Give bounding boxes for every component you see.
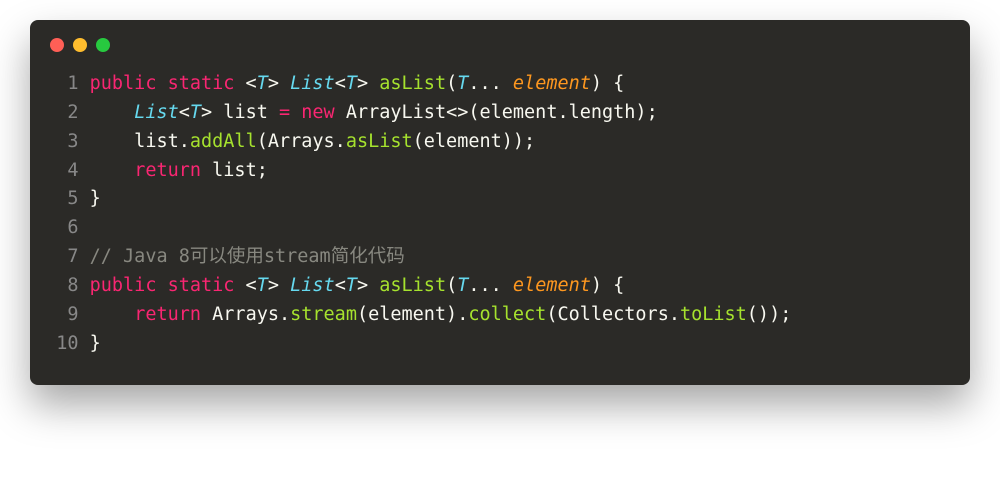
line-number: 9 (54, 301, 79, 330)
code-line: 9 return Arrays.stream(element).collect(… (54, 301, 946, 330)
code-line: 4 return list; (54, 157, 946, 186)
code-line: 8public static <T> List<T> asList(T... e… (54, 272, 946, 301)
code-token: > (357, 73, 379, 94)
line-content: } (90, 330, 101, 359)
code-token: static (168, 73, 235, 94)
code-block: 1public static <T> List<T> asList(T... e… (30, 70, 970, 359)
window-titlebar (30, 38, 970, 70)
code-line: 5} (54, 185, 946, 214)
code-token: asList (379, 73, 446, 94)
code-token: list. (90, 131, 190, 152)
code-token: asList (379, 275, 446, 296)
code-token: List (134, 102, 179, 123)
code-line: 7 // Java 8可以使用stream简化代码 (54, 243, 946, 272)
code-token: T (257, 275, 268, 296)
code-token: ( (446, 73, 457, 94)
code-token (290, 102, 301, 123)
code-token: asList (346, 131, 413, 152)
line-number: 2 (54, 99, 79, 128)
code-token (90, 102, 135, 123)
code-token: } (90, 188, 101, 209)
code-token: collect (468, 304, 546, 325)
code-token: = (279, 102, 290, 123)
line-number: 10 (54, 330, 79, 359)
code-line: 1public static <T> List<T> asList(T... e… (54, 70, 946, 99)
code-token: T (457, 73, 468, 94)
code-token: addAll (190, 131, 257, 152)
code-token: new (301, 102, 334, 123)
close-icon[interactable] (50, 38, 64, 52)
line-number: 8 (54, 272, 79, 301)
code-token: (element)); (413, 131, 536, 152)
code-token: return (134, 160, 201, 181)
code-token: public (90, 73, 157, 94)
code-token: ( (446, 275, 457, 296)
code-token: < (179, 102, 190, 123)
code-token: stream (290, 304, 357, 325)
code-token: T (257, 73, 268, 94)
code-token: T (457, 275, 468, 296)
code-token: > (268, 275, 290, 296)
code-token: > (357, 275, 379, 296)
code-token: element (513, 275, 591, 296)
code-token (156, 73, 167, 94)
code-token: toList (680, 304, 747, 325)
code-token: (Arrays. (257, 131, 346, 152)
code-token: List (290, 275, 335, 296)
line-content: list.addAll(Arrays.asList(element)); (90, 128, 536, 157)
code-token: T (190, 102, 201, 123)
code-token: ) { (591, 73, 624, 94)
code-token: ()); (747, 304, 792, 325)
line-number: 1 (54, 70, 79, 99)
code-token: (element). (357, 304, 468, 325)
minimize-icon[interactable] (73, 38, 87, 52)
code-token: ArrayList<>(element.length); (335, 102, 658, 123)
line-number: 6 (54, 214, 79, 243)
code-token: T (346, 275, 357, 296)
code-token: list; (201, 160, 268, 181)
code-token: Arrays. (201, 304, 290, 325)
code-token: public (90, 275, 157, 296)
code-token: ) { (591, 275, 624, 296)
code-token: return (134, 304, 201, 325)
code-window: 1public static <T> List<T> asList(T... e… (30, 20, 970, 385)
code-token (156, 275, 167, 296)
code-token: (Collectors. (546, 304, 680, 325)
code-token: } (90, 333, 101, 354)
code-token: ... (468, 73, 513, 94)
line-content: List<T> list = new ArrayList<>(element.l… (90, 99, 658, 128)
code-token: ... (468, 275, 513, 296)
code-token: < (335, 73, 346, 94)
code-line: 6 (54, 214, 946, 243)
line-content: return Arrays.stream(element).collect(Co… (90, 301, 792, 330)
code-line: 3 list.addAll(Arrays.asList(element)); (54, 128, 946, 157)
code-line: 10} (54, 330, 946, 359)
line-content: } (90, 185, 101, 214)
line-number: 5 (54, 185, 79, 214)
code-token: List (290, 73, 335, 94)
line-content: // Java 8可以使用stream简化代码 (90, 243, 405, 272)
code-token: element (513, 73, 591, 94)
code-line: 2 List<T> list = new ArrayList<>(element… (54, 99, 946, 128)
line-content: public static <T> List<T> asList(T... el… (90, 272, 625, 301)
line-content: public static <T> List<T> asList(T... el… (90, 70, 625, 99)
code-token: static (168, 275, 235, 296)
line-number: 7 (54, 243, 79, 272)
line-number: 3 (54, 128, 79, 157)
code-token (90, 304, 135, 325)
code-token: T (346, 73, 357, 94)
zoom-icon[interactable] (96, 38, 110, 52)
code-token: > (268, 73, 290, 94)
line-content: return list; (90, 157, 268, 186)
code-token: < (234, 275, 256, 296)
line-number: 4 (54, 157, 79, 186)
code-token (90, 160, 135, 181)
code-token: < (335, 275, 346, 296)
code-token: // Java 8可以使用stream简化代码 (90, 246, 405, 267)
code-token: < (234, 73, 256, 94)
code-token: > list (201, 102, 279, 123)
